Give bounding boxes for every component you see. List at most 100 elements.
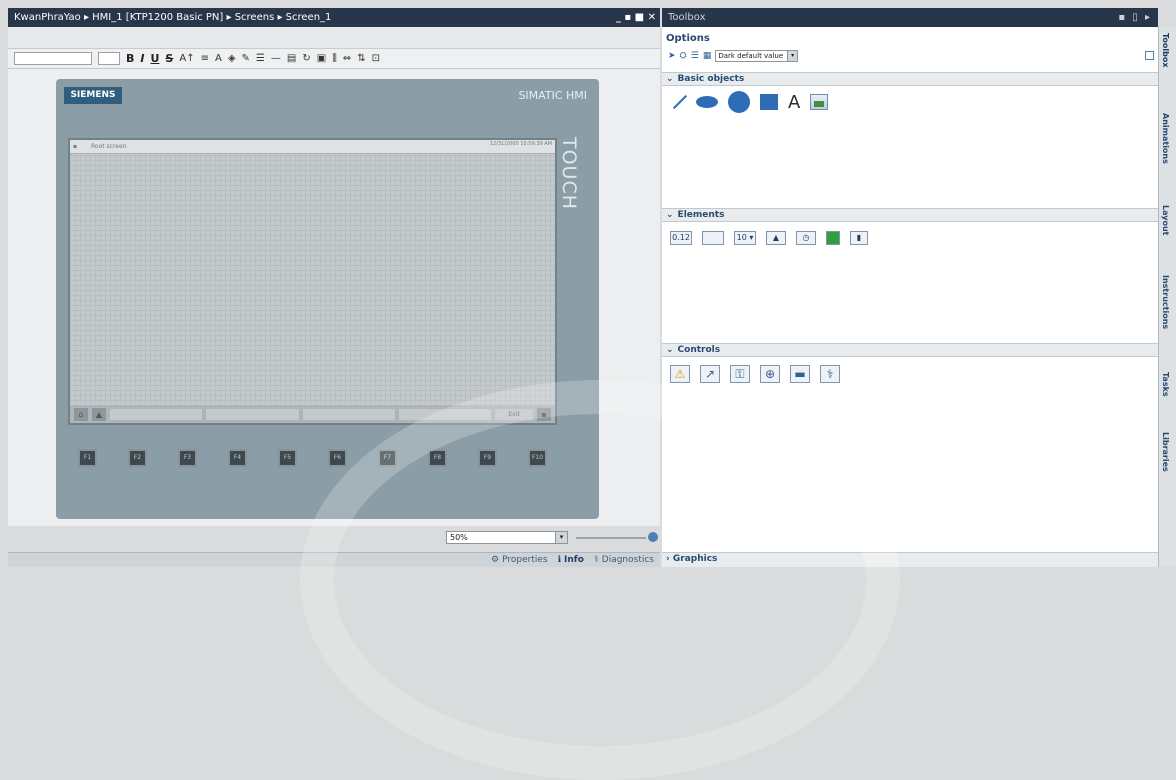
align-icon[interactable]: ≡ — [201, 53, 209, 64]
options-heading: Options — [666, 33, 710, 44]
underline-button[interactable]: U — [150, 52, 159, 65]
editor-title-bar: KwanPhraYao ▸ HMI_1 [KTP1200 Basic PN] ▸… — [8, 8, 660, 27]
zoom-select[interactable]: 50% ▾ — [446, 531, 568, 544]
tab-toolbox[interactable]: Toolbox — [1161, 33, 1170, 68]
toolbox-window-controls[interactable]: ▪ ▯ ▸ — [1118, 8, 1152, 27]
spacing-icon[interactable]: ⇔ — [343, 53, 351, 64]
pointer-icon[interactable]: ➤ — [668, 51, 676, 61]
screen-logo-icon: ▪ — [73, 143, 78, 150]
tab-properties[interactable]: ⚙ Properties — [491, 555, 548, 565]
button-element-icon[interactable] — [702, 231, 724, 245]
text-size-icon[interactable]: A↑ — [179, 53, 194, 64]
tab-diagnostics-label: Diagnostics — [601, 555, 654, 565]
fkey-f2[interactable]: F2 — [128, 449, 147, 467]
style-dropdown-icon[interactable]: ▾ — [787, 51, 798, 61]
tab-properties-label: Properties — [502, 555, 548, 565]
recipe-view-icon[interactable]: ▬ — [790, 365, 810, 383]
touch-label: TOUCH — [558, 137, 580, 211]
arrange-icon[interactable]: ▤ — [287, 53, 296, 64]
bold-button[interactable]: B — [126, 52, 134, 65]
tab-diagnostics[interactable]: ⚕ Diagnostics — [594, 555, 654, 565]
fkey-f9[interactable]: F9 — [478, 449, 497, 467]
fkey-f6[interactable]: F6 — [328, 449, 347, 467]
rotate-icon[interactable]: ↻ — [302, 53, 310, 64]
format-toolbar: B I U S A↑ ≡ A ◈ ✎ ☰ — ▤ ↻ ▣ ⫼ ⇔ ⇅ ⊡ — [8, 49, 660, 69]
font-color-icon[interactable]: A — [215, 53, 222, 64]
footer-slot — [110, 408, 203, 420]
section-controls-label: Controls — [677, 345, 721, 355]
function-keys: F1 F2 F3 F4 F5 F6 F7 F8 F9 F10 — [78, 449, 558, 469]
zoom-slider[interactable] — [576, 537, 646, 539]
toolbox-title: Toolbox — [668, 12, 706, 23]
font-name-field[interactable] — [14, 52, 92, 65]
line-color-icon[interactable]: ✎ — [242, 53, 250, 64]
user-view-icon[interactable]: ⚿ — [730, 365, 750, 383]
tab-animations[interactable]: Animations — [1161, 113, 1170, 164]
section-elements-label: Elements — [677, 210, 725, 220]
fill-color-icon[interactable]: ◈ — [228, 53, 236, 64]
section-graphics-label: Graphics — [672, 554, 718, 564]
chevron-down-icon: ⌄ — [666, 210, 674, 220]
tab-tasks[interactable]: Tasks — [1161, 372, 1170, 397]
line-width-icon[interactable]: — — [271, 53, 281, 64]
exit-button[interactable]: Exit — [495, 408, 533, 420]
strikethrough-button[interactable]: S — [165, 52, 173, 65]
screen-canvas[interactable]: SIEMENS SIMATIC HMI TOUCH ▪ Root screen … — [8, 69, 660, 526]
zoom-dropdown-icon[interactable]: ▾ — [555, 532, 567, 543]
system-diagnostics-icon[interactable]: ⚕ — [820, 365, 840, 383]
tab-libraries[interactable]: Libraries — [1161, 432, 1170, 472]
fkey-f10[interactable]: F10 — [528, 449, 547, 467]
io-field-icon[interactable]: 0.12 — [670, 231, 692, 245]
diagnostics-icon: ⚕ — [593, 555, 599, 565]
style-select[interactable]: Dark default value ▾ — [715, 50, 799, 62]
section-graphics[interactable]: › Graphics — [662, 552, 1158, 567]
distribute-icon[interactable]: ⫼ — [332, 53, 337, 64]
line-icon[interactable] — [670, 94, 686, 110]
grid-view-icon[interactable]: ▦ — [703, 51, 712, 61]
html-browser-icon[interactable]: ⊕ — [760, 365, 780, 383]
rectangle-icon[interactable] — [760, 94, 778, 110]
graphic-view-icon[interactable] — [810, 94, 829, 110]
hmi-screen[interactable]: ▪ Root screen 12/31/2000 10:59:39 AM ⌂ ▲… — [68, 138, 557, 425]
breadcrumb: KwanPhraYao ▸ HMI_1 [KTP1200 Basic PN] ▸… — [14, 12, 332, 23]
flip-icon[interactable]: ⇅ — [357, 53, 365, 64]
graphic-io-field-icon[interactable]: ▲ — [766, 231, 786, 245]
screen-button-icon[interactable]: ▪ — [537, 407, 551, 421]
text-field-icon[interactable]: A — [788, 92, 800, 113]
tab-info[interactable]: ℹ Info — [558, 555, 584, 565]
home-icon[interactable]: ⌂ — [74, 407, 88, 421]
bar-icon[interactable] — [826, 231, 840, 245]
fkey-f7[interactable]: F7 — [378, 449, 397, 467]
line-style-icon[interactable]: ☰ — [256, 53, 265, 64]
section-elements[interactable]: ⌄ Elements — [662, 208, 1158, 222]
footer-slot — [398, 408, 491, 420]
zoom-slider-knob[interactable] — [648, 532, 658, 542]
fkey-f4[interactable]: F4 — [228, 449, 247, 467]
trend-view-icon[interactable]: ↗ — [700, 365, 720, 383]
chevron-down-icon: ⌄ — [666, 345, 674, 355]
alarm-view-icon[interactable]: ⚠ — [670, 365, 690, 383]
fkey-f5[interactable]: F5 — [278, 449, 297, 467]
switch-icon[interactable]: ▮ — [850, 231, 868, 245]
up-icon[interactable]: ▲ — [92, 407, 106, 421]
italic-button[interactable]: I — [140, 52, 144, 65]
zoom-area-icon[interactable]: ⊡ — [372, 53, 380, 64]
tab-layout[interactable]: Layout — [1161, 205, 1170, 235]
inspector-tabs: ⚙ Properties ℹ Info ⚕ Diagnostics — [8, 552, 660, 567]
section-basic-objects[interactable]: ⌄ Basic objects — [662, 72, 1158, 86]
object-view-icon[interactable]: ⛭ — [680, 51, 687, 61]
section-controls[interactable]: ⌄ Controls — [662, 343, 1158, 357]
fkey-f8[interactable]: F8 — [428, 449, 447, 467]
circle-icon[interactable] — [728, 91, 750, 113]
options-expand-icon[interactable] — [1145, 51, 1154, 60]
symbolic-io-field-icon[interactable]: 10 ▾ — [734, 231, 756, 245]
date-time-field-icon[interactable]: ◷ — [796, 231, 816, 245]
ellipse-icon[interactable] — [696, 96, 718, 108]
font-size-field[interactable] — [98, 52, 120, 65]
fkey-f3[interactable]: F3 — [178, 449, 197, 467]
window-controls[interactable]: _ ▪ ■ ✕ — [616, 8, 656, 27]
fkey-f1[interactable]: F1 — [78, 449, 97, 467]
list-view-icon[interactable]: ☰ — [691, 51, 699, 61]
group-icon[interactable]: ▣ — [317, 53, 326, 64]
tab-instructions[interactable]: Instructions — [1161, 275, 1170, 329]
